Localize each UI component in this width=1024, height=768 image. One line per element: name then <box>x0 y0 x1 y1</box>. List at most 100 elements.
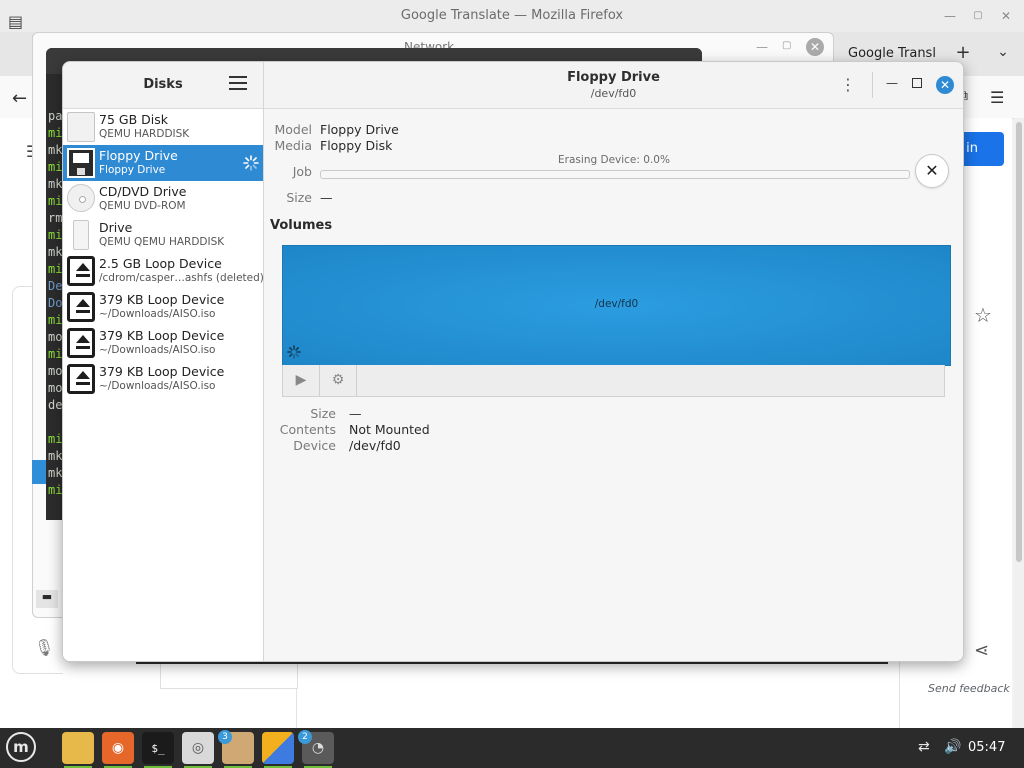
header-separator <box>872 72 873 98</box>
drive-description: Floppy Drive <box>99 164 166 176</box>
chevron-down-icon[interactable]: ⌄ <box>992 44 1014 66</box>
drive-name: Floppy Drive <box>99 148 178 163</box>
volumes-heading: Volumes <box>270 218 333 233</box>
drive-description: QEMU HARDDISK <box>99 128 190 140</box>
size-value: — <box>320 190 333 205</box>
drive-list-item[interactable]: Floppy Drive Floppy Drive <box>63 145 263 181</box>
terminal-prompt-glyph: $_ <box>151 742 165 755</box>
network-disconnected-icon[interactable]: ⇄ <box>918 739 930 755</box>
translate-card-edge <box>160 664 298 689</box>
drive-name: 379 KB Loop Device <box>99 328 225 343</box>
drive-name: CD/DVD Drive <box>99 184 187 199</box>
clock[interactable]: 05:47 <box>968 740 1005 755</box>
details-header: Floppy Drive /dev/fd0 ⋮ — ✕ <box>264 62 963 109</box>
drive-list-item[interactable]: 2.5 GB Loop Device/cdrom/casper…ashfs (d… <box>63 253 264 289</box>
minimize-icon[interactable]: — <box>756 40 768 54</box>
paint-icon[interactable] <box>262 732 294 768</box>
drive-list-item[interactable]: 379 KB Loop Device ~/Downloads/AISO.iso <box>63 289 263 325</box>
microphone-icon[interactable]: 🎙 <box>34 638 54 657</box>
hamburger-menu-icon[interactable]: ☰ <box>990 88 1004 107</box>
files-icon[interactable] <box>62 732 94 768</box>
volume-contents-label: Contents <box>279 422 336 437</box>
volume-toolbar: ▶ ⚙ <box>282 365 945 397</box>
maximize-icon[interactable] <box>912 78 922 88</box>
window-count-badge: 2 <box>298 730 312 744</box>
drive-options-icon[interactable]: ⋮ <box>840 74 856 96</box>
disc-icon[interactable]: ◎ <box>182 732 214 768</box>
taskbar: m ◉ $_ ◎ 3 ◔ 2 ⇄ 🔊 05:47 <box>0 728 1024 768</box>
firefox-view-icon[interactable]: ▤ <box>8 12 28 32</box>
model-label: Model <box>274 122 312 137</box>
folder-icon[interactable]: ▬ <box>36 590 58 608</box>
drive-list-item[interactable]: 379 KB Loop Device ~/Downloads/AISO.iso <box>63 325 263 361</box>
busy-spinner-icon <box>243 155 259 171</box>
media-label: Media <box>274 138 312 153</box>
loop-device-icon <box>67 328 95 358</box>
volume-contents-value: Not Mounted <box>349 422 430 437</box>
firefox-icon[interactable]: ◉ <box>102 732 134 768</box>
drive-list-item[interactable]: Drive QEMU QEMU HARDDISK <box>63 217 263 253</box>
loop-device-icon <box>67 364 95 394</box>
volume-label: /dev/fd0 <box>594 298 639 310</box>
drive-name: Drive <box>99 220 133 235</box>
star-icon[interactable]: ☆ <box>974 303 992 327</box>
cancel-job-button[interactable]: ✕ <box>915 154 949 188</box>
archive-icon[interactable]: 3 <box>218 730 254 768</box>
start-menu-icon[interactable]: m <box>6 732 36 762</box>
firefox-window-title: Google Translate — Mozilla Firefox <box>400 8 624 23</box>
share-icon[interactable]: ⋖ <box>974 640 989 661</box>
hdd-icon <box>67 112 95 142</box>
drive-description: /cdrom/casper…ashfs (deleted) <box>99 272 264 284</box>
volume-device-value: /dev/fd0 <box>349 438 401 453</box>
gear-icon[interactable]: ⚙ <box>320 365 357 396</box>
drive-list-item[interactable]: 379 KB Loop Device ~/Downloads/AISO.iso <box>63 361 263 397</box>
window-count-badge: 3 <box>218 730 232 744</box>
loop-device-icon <box>67 292 95 322</box>
minimize-icon[interactable]: — <box>944 10 956 22</box>
mount-play-icon[interactable]: ▶ <box>283 365 320 396</box>
job-label: Job <box>292 164 312 179</box>
drive-description: QEMU DVD-ROM <box>99 200 186 212</box>
model-value: Floppy Drive <box>320 122 399 137</box>
drive-description: ~/Downloads/AISO.iso <box>99 308 216 320</box>
maximize-icon[interactable]: ▢ <box>972 10 984 22</box>
close-icon[interactable]: ✕ <box>806 38 824 56</box>
loop-device-icon <box>67 256 95 286</box>
back-arrow-icon[interactable]: ← <box>12 88 27 109</box>
drive-title: Floppy Drive <box>567 70 660 85</box>
volume-size-label: Size <box>310 406 336 421</box>
drive-name: 2.5 GB Loop Device <box>99 256 222 271</box>
job-status-text: Erasing Device: 0.0% <box>558 154 670 166</box>
volume-partition-map[interactable]: /dev/fd0 <box>282 245 951 366</box>
volume-size-value: — <box>349 406 362 421</box>
disks-sidebar: Disks 75 GB Disk QEMU HARDDISK Floppy Driv… <box>63 62 264 661</box>
disks-window: Disks 75 GB Disk QEMU HARDDISK Floppy Driv… <box>62 61 964 662</box>
maximize-icon[interactable]: ▢ <box>782 40 791 51</box>
send-feedback-link[interactable]: Send feedback <box>928 682 1010 695</box>
hamburger-menu-icon[interactable] <box>229 76 247 92</box>
scrollbar-thumb[interactable] <box>1016 122 1022 562</box>
drive-description: QEMU QEMU HARDDISK <box>99 236 225 248</box>
usb-drive-icon <box>73 220 89 250</box>
job-progress-bar <box>320 170 910 179</box>
drive-device-path: /dev/fd0 <box>590 87 637 100</box>
close-icon[interactable]: ✕ <box>936 76 954 94</box>
translate-target-card <box>296 660 900 728</box>
disk-details-pane: Floppy Drive /dev/fd0 ⋮ — ✕ Model Floppy… <box>264 62 963 661</box>
volume-device-label: Device <box>293 438 336 453</box>
firefox-titlebar: Google Translate — Mozilla Firefox — ▢ ✕ <box>0 0 1024 32</box>
volume-icon[interactable]: 🔊 <box>944 739 961 755</box>
close-icon[interactable]: ✕ <box>1000 10 1012 22</box>
disks-icon[interactable]: ◔ 2 <box>298 730 334 768</box>
drive-description: ~/Downloads/AISO.iso <box>99 380 216 392</box>
size-label: Size <box>286 190 312 205</box>
drive-list-item[interactable]: 75 GB Disk QEMU HARDDISK <box>63 109 263 145</box>
terminal-icon[interactable]: $_ <box>142 732 174 768</box>
drive-list-item[interactable]: CD/DVD Drive QEMU DVD-ROM <box>63 181 263 217</box>
busy-spinner-icon <box>287 345 301 359</box>
optical-disc-icon <box>67 184 95 212</box>
media-value: Floppy Disk <box>320 138 393 153</box>
drive-description: ~/Downloads/AISO.iso <box>99 344 216 356</box>
drive-name: 379 KB Loop Device <box>99 364 225 379</box>
minimize-icon[interactable]: — <box>886 76 898 90</box>
